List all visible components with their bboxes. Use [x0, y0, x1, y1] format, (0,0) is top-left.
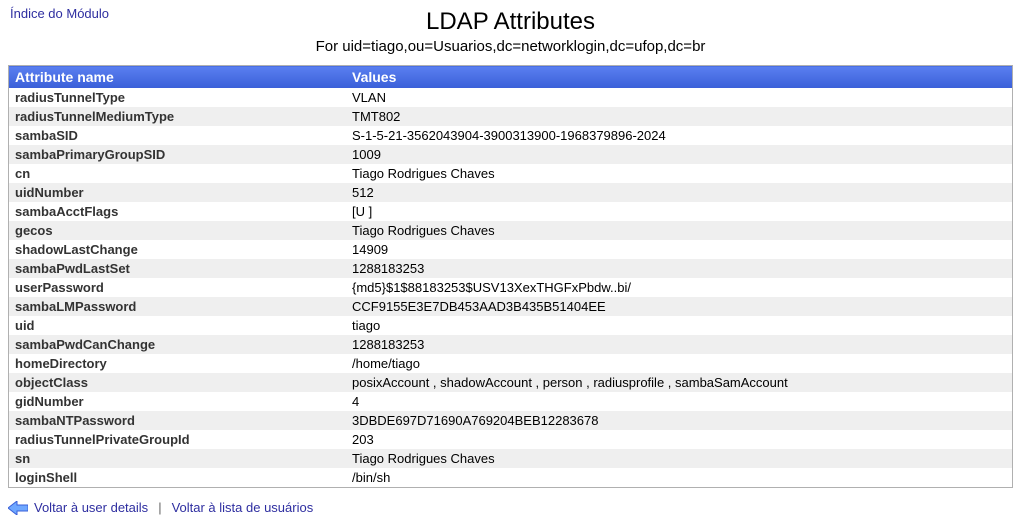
table-row: objectClassposixAccount , shadowAccount … [9, 373, 1013, 392]
table-row: sambaPwdLastSet1288183253 [9, 259, 1013, 278]
back-to-user-details-link[interactable]: Voltar à user details [34, 500, 148, 515]
attr-value: tiago [346, 316, 1013, 335]
table-row: sambaSIDS-1-5-21-3562043904-3900313900-1… [9, 126, 1013, 145]
attr-value: {md5}$1$88183253$USV13XexTHGFxPbdw..bi/ [346, 278, 1013, 297]
attr-name: gidNumber [9, 392, 347, 411]
page-subtitle: For uid=tiago,ou=Usuarios,dc=networklogi… [8, 38, 1013, 55]
table-row: uidNumber512 [9, 183, 1013, 202]
attr-name: radiusTunnelPrivateGroupId [9, 430, 347, 449]
attr-name: sambaPwdLastSet [9, 259, 347, 278]
table-row: radiusTunnelMediumTypeTMT802 [9, 107, 1013, 126]
attributes-table: Attribute name Values radiusTunnelTypeVL… [8, 65, 1013, 488]
back-to-user-list-link[interactable]: Voltar à lista de usuários [172, 500, 314, 515]
table-row: gidNumber4 [9, 392, 1013, 411]
attr-name: sambaPwdCanChange [9, 335, 347, 354]
attr-name: cn [9, 164, 347, 183]
attr-name: uidNumber [9, 183, 347, 202]
attr-value: 1288183253 [346, 259, 1013, 278]
attr-name: homeDirectory [9, 354, 347, 373]
attr-name: shadowLastChange [9, 240, 347, 259]
attr-name: sambaNTPassword [9, 411, 347, 430]
table-row: sambaPwdCanChange1288183253 [9, 335, 1013, 354]
table-row: sambaLMPasswordCCF9155E3E7DB453AAD3B435B… [9, 297, 1013, 316]
attr-value: [U ] [346, 202, 1013, 221]
attr-value: Tiago Rodrigues Chaves [346, 164, 1013, 183]
page-title: LDAP Attributes [8, 6, 1013, 36]
attr-name: sambaLMPassword [9, 297, 347, 316]
table-row: sambaAcctFlags[U ] [9, 202, 1013, 221]
attr-value: Tiago Rodrigues Chaves [346, 449, 1013, 468]
attr-name: sambaSID [9, 126, 347, 145]
attr-name: uid [9, 316, 347, 335]
attr-name: userPassword [9, 278, 347, 297]
attr-value: posixAccount , shadowAccount , person , … [346, 373, 1013, 392]
attr-value: TMT802 [346, 107, 1013, 126]
attr-value: 14909 [346, 240, 1013, 259]
attr-name: sn [9, 449, 347, 468]
attr-value: S-1-5-21-3562043904-3900313900-196837989… [346, 126, 1013, 145]
column-header-values: Values [346, 66, 1013, 89]
attr-name: radiusTunnelType [9, 88, 347, 107]
attr-value: Tiago Rodrigues Chaves [346, 221, 1013, 240]
attr-value: 4 [346, 392, 1013, 411]
attr-value: VLAN [346, 88, 1013, 107]
table-row: gecosTiago Rodrigues Chaves [9, 221, 1013, 240]
attr-name: objectClass [9, 373, 347, 392]
table-row: userPassword{md5}$1$88183253$USV13XexTHG… [9, 278, 1013, 297]
attr-value: 3DBDE697D71690A769204BEB12283678 [346, 411, 1013, 430]
module-index-link[interactable]: Índice do Módulo [10, 6, 109, 21]
table-row: cnTiago Rodrigues Chaves [9, 164, 1013, 183]
table-row: snTiago Rodrigues Chaves [9, 449, 1013, 468]
attr-name: gecos [9, 221, 347, 240]
table-row: homeDirectory/home/tiago [9, 354, 1013, 373]
table-row: sambaPrimaryGroupSID1009 [9, 145, 1013, 164]
table-row: uidtiago [9, 316, 1013, 335]
attr-name: sambaPrimaryGroupSID [9, 145, 347, 164]
attr-value: /home/tiago [346, 354, 1013, 373]
attr-value: 203 [346, 430, 1013, 449]
attr-value: 512 [346, 183, 1013, 202]
attr-value: /bin/sh [346, 468, 1013, 488]
footer-separator: | [154, 500, 165, 515]
attr-name: loginShell [9, 468, 347, 488]
table-row: sambaNTPassword3DBDE697D71690A769204BEB1… [9, 411, 1013, 430]
table-row: radiusTunnelTypeVLAN [9, 88, 1013, 107]
table-row: loginShell/bin/sh [9, 468, 1013, 488]
attr-name: radiusTunnelMediumType [9, 107, 347, 126]
back-arrow-icon [8, 501, 28, 515]
table-row: radiusTunnelPrivateGroupId203 [9, 430, 1013, 449]
footer-nav: Voltar à user details | Voltar à lista d… [8, 500, 1013, 515]
attr-value: 1288183253 [346, 335, 1013, 354]
attr-value: 1009 [346, 145, 1013, 164]
attr-value: CCF9155E3E7DB453AAD3B435B51404EE [346, 297, 1013, 316]
table-row: shadowLastChange14909 [9, 240, 1013, 259]
attr-name: sambaAcctFlags [9, 202, 347, 221]
column-header-name: Attribute name [9, 66, 347, 89]
